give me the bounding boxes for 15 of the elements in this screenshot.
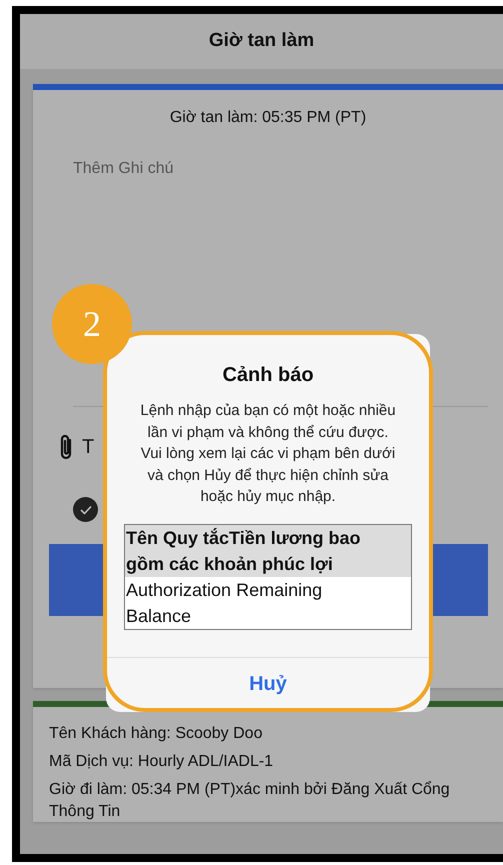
table-row-text: Authorization Remaining Balance (125, 578, 324, 628)
checkmark-icon (80, 504, 92, 514)
clock-out-time: Giờ tan làm: 05:35 PM (PT) (170, 108, 366, 128)
confirm-checkbox[interactable] (73, 497, 98, 522)
table-header: Tên Quy tắcTiền lương bao gồm các khoản phúc lợi (125, 524, 411, 576)
screen-title: Giờ tan làm (208, 29, 314, 54)
cancel-button[interactable]: Huỷ (148, 662, 388, 706)
step-number: 2 (83, 303, 101, 346)
alert-title: Cảnh báo (222, 363, 314, 388)
info-line: Giờ đi làm: 05:34 PM (PT)xác minh bởi Đăng Xuất Cổng Thông Tin (49, 780, 451, 822)
paperclip-icon[interactable] (58, 433, 74, 461)
attachment-label[interactable]: T (82, 432, 94, 462)
info-line: Mã Dịch vụ: Hourly ADL/IADL-1 (49, 752, 274, 772)
info-line: Tên Khách hàng: Scooby Doo (49, 724, 264, 744)
note-input[interactable]: Thêm Ghi chú (73, 157, 488, 181)
